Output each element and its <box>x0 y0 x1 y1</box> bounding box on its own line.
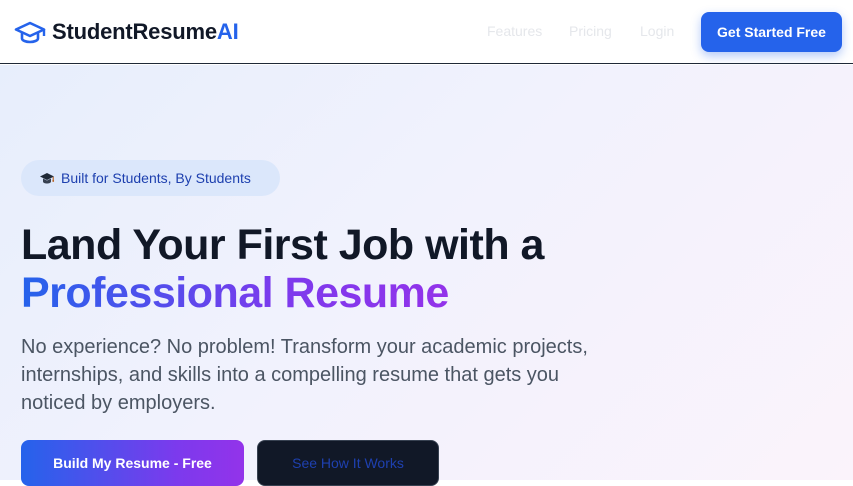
nav-link-pricing[interactable]: Pricing <box>569 23 612 39</box>
brand-name: StudentResumeAI <box>52 19 239 45</box>
badge-text: Built for Students, By Students <box>61 170 251 186</box>
brand-logo[interactable]: StudentResumeAI <box>14 18 239 46</box>
nav-link-login[interactable]: Login <box>640 23 674 39</box>
see-how-it-works-button[interactable]: See How It Works <box>257 440 439 486</box>
hero-subtext: No experience? No problem! Transform you… <box>21 336 588 414</box>
headline-line-1: Land Your First Job with a <box>21 221 544 269</box>
graduation-cap-icon <box>39 171 55 185</box>
hero-headline: Land Your First Job with a Professional … <box>21 221 721 317</box>
headline-line-2: Professional Resume <box>21 269 449 317</box>
brand-name-accent: AI <box>216 19 239 44</box>
brand-name-main: StudentResume <box>52 19 217 44</box>
hero-section: Built for Students, By Students Land You… <box>0 65 853 486</box>
nav-link-features[interactable]: Features <box>487 23 542 39</box>
get-started-button[interactable]: Get Started Free <box>701 12 842 52</box>
build-resume-button[interactable]: Build My Resume - Free <box>21 440 244 486</box>
top-navbar: StudentResumeAI Features Pricing Login G… <box>0 0 853 64</box>
hero-badge: Built for Students, By Students <box>21 160 280 196</box>
graduation-cap-icon <box>14 18 46 46</box>
